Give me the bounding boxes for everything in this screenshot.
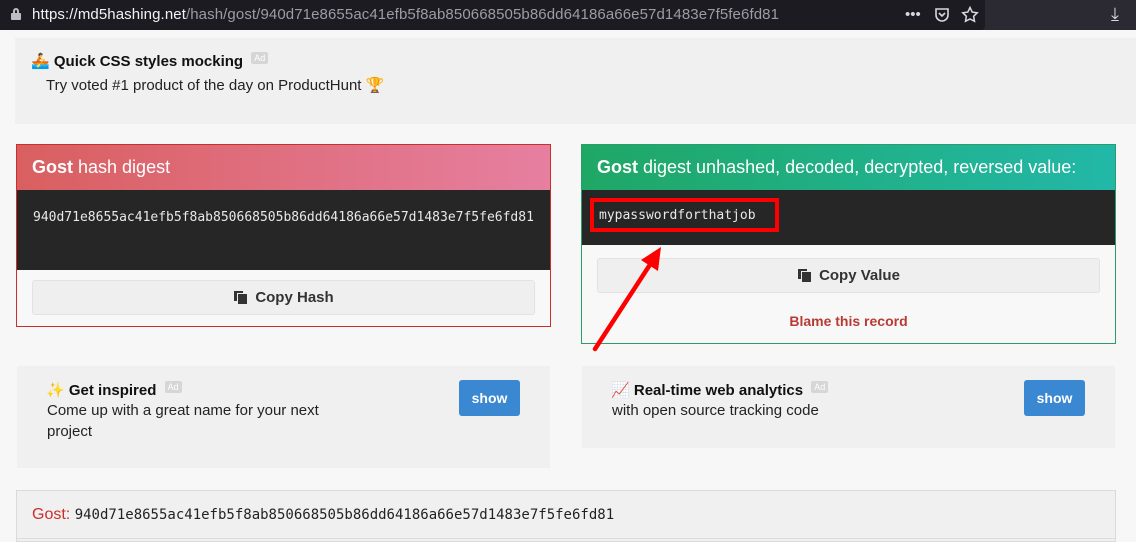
ad-card-title: 📈 Real-time web analytics Ad — [611, 381, 829, 399]
ad-banner-title-text: Quick CSS styles mocking — [53, 53, 244, 70]
ad-card-title-text: Real-time web analytics — [633, 382, 804, 399]
ad-card-text: Come up with a great name for your next … — [47, 402, 319, 440]
ad-badge: Ad — [251, 52, 269, 64]
reversed-value-title: digest unhashed, decoded, decrypted, rev… — [638, 157, 1077, 177]
ad-card-title-text: Get inspired — [68, 382, 157, 399]
ad-card-get-inspired[interactable]: ✨ Get inspired Ad Come up with a great n… — [17, 366, 550, 468]
ad-badge: Ad — [811, 381, 829, 393]
rowing-emoji-icon: 🚣 — [31, 53, 50, 70]
download-icon[interactable]: ⤓ — [1111, 4, 1119, 24]
hash-digest-header: Gost hash digest — [17, 145, 550, 190]
hash-summary-bar: Gost: 940d71e8655ac41efb5f8ab850668505b8… — [16, 490, 1116, 542]
ad-card-text: with open source tracking code — [612, 402, 819, 419]
divider — [17, 538, 1115, 539]
hash-summary-value[interactable]: 940d71e8655ac41efb5f8ab850668505b86dd641… — [75, 507, 614, 523]
copy-hash-button[interactable]: Copy Hash — [32, 280, 535, 315]
hash-summary-label: Gost: — [32, 506, 71, 523]
more-actions-icon[interactable]: ••• — [905, 5, 921, 25]
reversed-value-box: mypasswordforthatjob — [582, 190, 1115, 245]
show-button[interactable]: show — [459, 380, 520, 416]
url-path: /hash/gost/940d71e8655ac41efb5f8ab850668… — [185, 6, 780, 23]
address-bar[interactable]: https://md5hashing.net/hash/gost/940d71e… — [0, 0, 985, 30]
hash-summary-row: Gost: 940d71e8655ac41efb5f8ab850668505b8… — [32, 506, 614, 524]
result-algo-label: Gost — [597, 157, 639, 177]
lock-icon[interactable] — [11, 8, 21, 20]
sparkles-icon: ✨ — [46, 382, 65, 399]
show-button[interactable]: show — [1024, 380, 1085, 416]
ad-card-web-analytics[interactable]: 📈 Real-time web analytics Ad with open s… — [582, 366, 1115, 448]
annotation-arrow-icon — [592, 247, 661, 352]
trophy-icon: 🏆 — [365, 77, 385, 94]
copy-value-label: Copy Value — [819, 267, 900, 284]
hash-digest-title: hash digest — [73, 157, 171, 177]
ad-card-title: ✨ Get inspired Ad — [46, 381, 182, 399]
url-text[interactable]: https://md5hashing.net/hash/gost/940d71e… — [32, 6, 779, 23]
chart-increasing-icon: 📈 — [611, 382, 630, 399]
ad-banner-subtitle: Try voted #1 product of the day on Produ… — [46, 76, 384, 94]
bookmark-star-icon[interactable] — [961, 6, 979, 24]
copy-icon — [233, 290, 249, 305]
url-host: https://md5hashing.net — [32, 6, 186, 23]
ad-badge: Ad — [164, 381, 182, 393]
ad-banner-subtitle-text: Try voted #1 product of the day on Produ… — [46, 77, 362, 94]
reversed-value-header: Gost digest unhashed, decoded, decrypted… — [582, 145, 1115, 190]
copy-icon — [797, 268, 813, 283]
browser-toolbar: https://md5hashing.net/hash/gost/940d71e… — [0, 0, 1136, 30]
hash-algo-label: Gost — [32, 157, 74, 177]
highlight-box — [590, 198, 779, 232]
hash-digest-panel: Gost hash digest 940d71e8655ac41efb5f8ab… — [16, 144, 551, 327]
hash-value[interactable]: 940d71e8655ac41efb5f8ab850668505b86dd641… — [17, 190, 550, 270]
pocket-icon[interactable] — [934, 7, 950, 23]
ad-banner-title[interactable]: 🚣 Quick CSS styles mocking Ad — [31, 52, 269, 70]
copy-hash-label: Copy Hash — [255, 289, 334, 306]
